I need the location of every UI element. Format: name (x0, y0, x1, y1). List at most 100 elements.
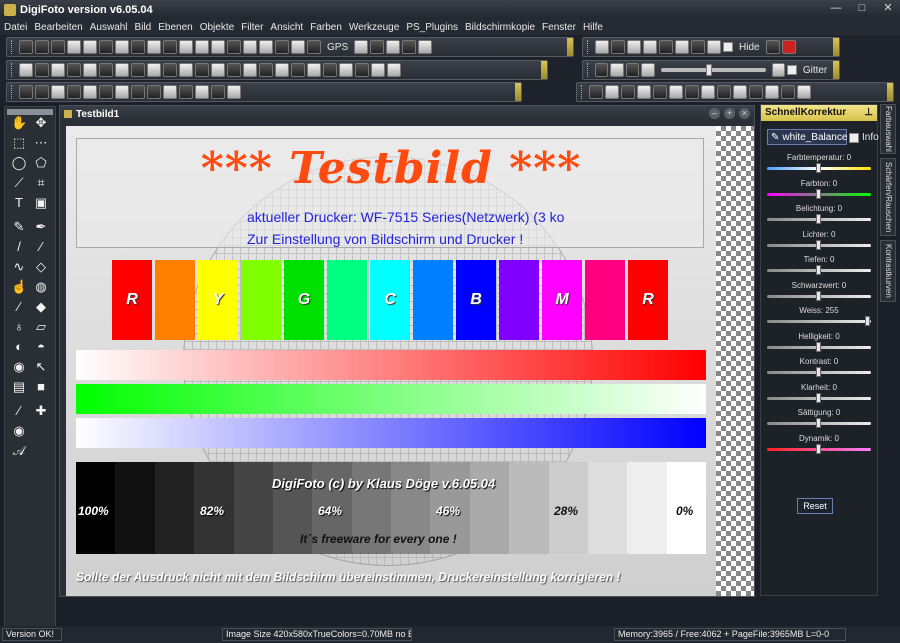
pencil-tool-icon[interactable]: ✎ (11, 219, 27, 235)
doc-icon[interactable] (83, 85, 97, 99)
tab-schaerfen[interactable]: Schärfen/Rauschen (880, 158, 896, 236)
shadow-icon[interactable] (291, 63, 305, 77)
rotate-icon[interactable] (147, 40, 161, 54)
paste-icon[interactable] (99, 40, 113, 54)
heal-tool-icon[interactable]: ✚ (33, 403, 49, 419)
blur-icon[interactable] (163, 63, 177, 77)
adjustment-slider[interactable]: Farbton: 0 (767, 179, 871, 199)
lasso-tool-icon[interactable]: ◯ (11, 155, 27, 171)
page-icon[interactable] (179, 40, 193, 54)
info-checkbox[interactable] (849, 132, 859, 143)
toolbar-grip[interactable] (11, 85, 14, 99)
wand-icon[interactable] (227, 40, 241, 54)
menu-farben[interactable]: Farben (310, 22, 342, 33)
frame-icon[interactable] (83, 63, 97, 77)
record-icon[interactable] (781, 40, 796, 54)
adjustment-track[interactable] (767, 163, 871, 173)
stamp-icon[interactable] (115, 63, 129, 77)
doc-minimize-icon[interactable]: – (709, 108, 720, 119)
adjustment-slider[interactable]: Kontrast: 0 (767, 357, 871, 377)
border-icon[interactable] (307, 63, 321, 77)
mirror-icon[interactable] (35, 63, 49, 77)
open-icon[interactable] (35, 40, 49, 54)
tab-kontrastkurven[interactable]: Kontrastkurven (880, 240, 896, 302)
tool-icon[interactable] (402, 40, 417, 54)
magic-select-icon[interactable] (637, 85, 651, 99)
clone-icon[interactable] (797, 85, 811, 99)
menu-filter[interactable]: Filter (241, 22, 263, 33)
adjustment-slider[interactable]: Weiss: 255 (767, 306, 871, 326)
toolbar-grip[interactable] (587, 40, 590, 54)
pencil-icon[interactable] (733, 85, 747, 99)
adjustment-slider[interactable]: Schwarzwert: 0 (767, 281, 871, 301)
fill-icon[interactable] (387, 63, 401, 77)
shape-icon[interactable] (653, 85, 667, 99)
globe-icon[interactable] (307, 40, 321, 54)
menu-auswahl[interactable]: Auswahl (90, 22, 128, 33)
copy-icon[interactable] (83, 40, 97, 54)
toolbar-grip[interactable] (587, 63, 590, 77)
adjustment-track[interactable] (767, 367, 871, 377)
adjustment-track[interactable] (767, 239, 871, 250)
toolbar-grip[interactable] (11, 63, 14, 77)
adjustment-thumb[interactable] (816, 341, 821, 352)
image-icon[interactable] (211, 40, 225, 54)
resize-icon[interactable] (131, 40, 145, 54)
pin-icon[interactable]: ⊥ (864, 105, 873, 121)
bucket-icon[interactable] (765, 85, 779, 99)
camera-icon[interactable] (765, 40, 780, 54)
adjustment-slider[interactable]: Farbtemperatur: 0 (767, 153, 871, 173)
macro-icon[interactable] (211, 85, 225, 99)
zoom-out-icon[interactable] (641, 63, 655, 77)
bucket-tool-icon[interactable]: ◆ (33, 299, 49, 315)
adjustment-thumb[interactable] (816, 188, 821, 199)
adjustment-slider[interactable]: Belichtung: 0 (767, 204, 871, 224)
dots-tool-icon[interactable]: ⋯ (33, 135, 49, 151)
info-icon[interactable] (611, 40, 625, 54)
menu-datei[interactable]: Datei (4, 22, 27, 33)
adjustment-thumb[interactable] (816, 418, 821, 428)
emboss-icon[interactable] (275, 63, 289, 77)
invert-icon[interactable] (243, 63, 257, 77)
grid-icon[interactable] (707, 40, 721, 54)
adjustment-slider[interactable]: Tiefen: 0 (767, 255, 871, 275)
clone-tool-icon[interactable]: ♁ (11, 319, 27, 335)
doc-close-icon[interactable]: × (739, 108, 750, 119)
menu-werkzeuge[interactable]: Werkzeuge (349, 22, 399, 33)
clipboard-icon[interactable] (115, 85, 129, 99)
noise-icon[interactable] (259, 63, 273, 77)
crop-icon[interactable] (115, 40, 129, 54)
panel-icon[interactable] (691, 40, 705, 54)
toolbar-grip[interactable] (11, 40, 14, 54)
tab-farbauswahl[interactable]: Farbauswahl (880, 104, 896, 154)
menu-bild[interactable]: Bild (135, 22, 152, 33)
zoom-slider[interactable] (660, 64, 766, 76)
brush-icon[interactable] (370, 40, 385, 54)
gps-label[interactable]: GPS (327, 42, 348, 53)
adjustment-track[interactable] (767, 290, 871, 301)
undo-icon[interactable] (19, 85, 33, 99)
preview-icon[interactable] (675, 40, 689, 54)
zoom-reset-icon[interactable] (771, 63, 786, 77)
adjustment-track[interactable] (767, 392, 871, 403)
adjustment-slider[interactable]: Dynamik: 0 (767, 434, 871, 454)
export-icon[interactable] (163, 85, 177, 99)
redeye-tool-icon[interactable]: ◉ (11, 359, 27, 375)
dodge-tool-icon[interactable]: ◓ (33, 339, 49, 355)
poly-tool-icon[interactable]: ⬠ (33, 155, 49, 171)
mask-icon[interactable] (99, 63, 113, 77)
gradient-tool-icon[interactable]: ▤ (11, 379, 27, 395)
curves-icon[interactable] (195, 63, 209, 77)
color-icon[interactable] (386, 40, 401, 54)
line-tool-icon[interactable]: ⟋ (11, 175, 27, 191)
star-icon[interactable] (701, 85, 715, 99)
histogram-icon[interactable] (211, 63, 225, 77)
arrow-icon[interactable] (685, 85, 699, 99)
sponge-tool-icon[interactable]: ◍ (33, 279, 49, 295)
eye-tool-icon[interactable]: ◉ (11, 423, 27, 439)
settings-icon[interactable] (418, 40, 433, 54)
airbrush-tool-icon[interactable]: ⁄ (33, 239, 49, 255)
adjustment-thumb[interactable] (816, 265, 821, 275)
adjustment-thumb[interactable] (864, 316, 870, 326)
pointer-tool-icon[interactable]: ↖ (33, 359, 49, 375)
